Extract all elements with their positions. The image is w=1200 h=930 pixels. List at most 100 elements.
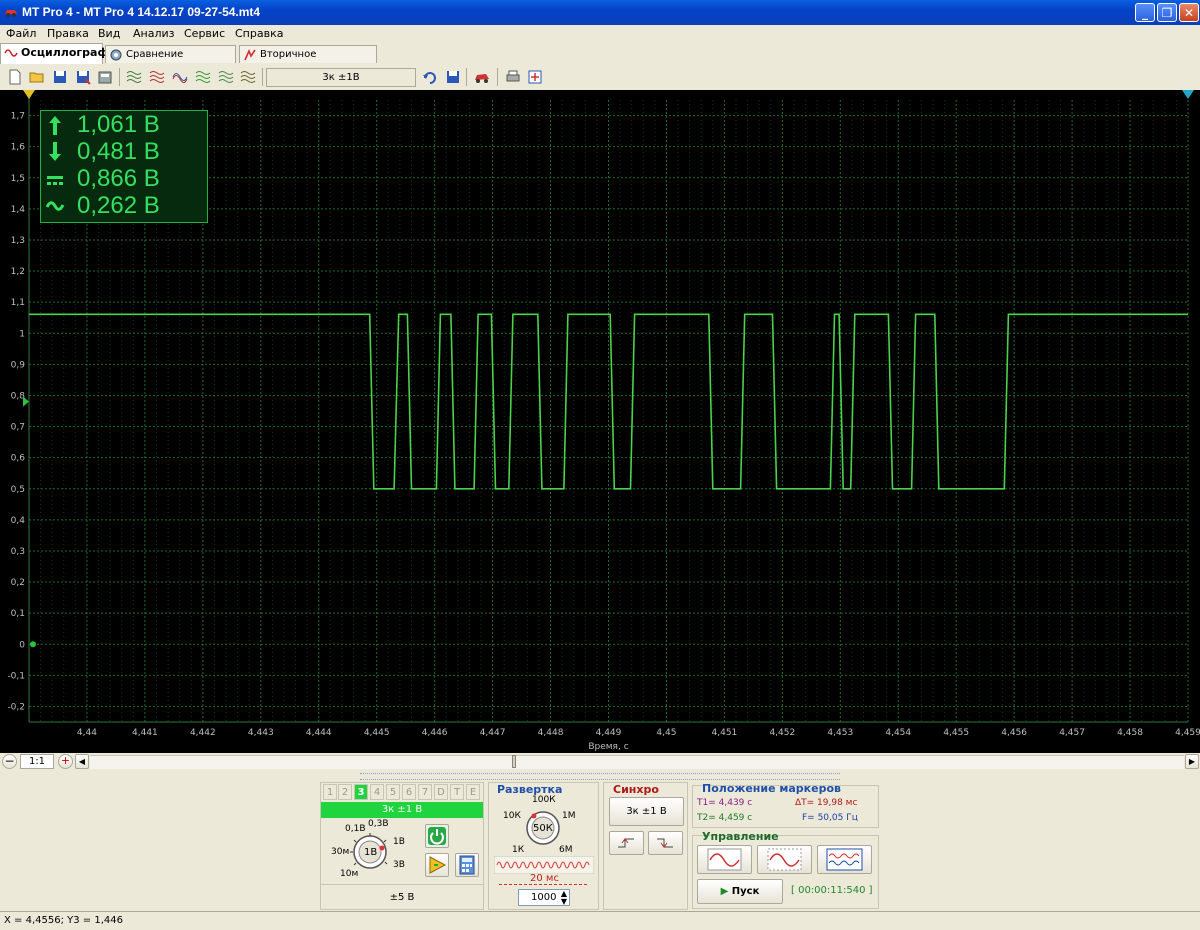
zoom-level-field[interactable]: 1:1 xyxy=(20,754,54,769)
sync-falling-edge-button[interactable] xyxy=(648,831,683,855)
y-tick-label: 0,6 xyxy=(11,454,26,464)
print-icon[interactable] xyxy=(505,69,521,85)
toolbar-separator xyxy=(497,68,498,86)
close-button[interactable]: ✕ xyxy=(1179,3,1199,22)
scroll-right-button[interactable]: ▶ xyxy=(1185,754,1199,769)
knob-label-0-1v: 0,1В xyxy=(345,824,366,834)
points-spinner[interactable]: 1000 ▲ ▼ xyxy=(518,889,570,906)
x-tick-label: 4,443 xyxy=(248,728,274,738)
wave-set-4-icon[interactable] xyxy=(218,69,234,85)
channel-range-value: ±5 В xyxy=(389,892,415,903)
channel-tab-6[interactable]: 6 xyxy=(402,784,416,800)
channel-trigger-button[interactable] xyxy=(425,853,449,877)
channel-range-combo[interactable]: ±5 В xyxy=(321,884,483,910)
mode-recorder-button[interactable] xyxy=(817,845,872,874)
sync-rising-edge-button[interactable] xyxy=(609,831,644,855)
menu-help[interactable]: Справка xyxy=(235,27,283,40)
start-button-label: Пуск xyxy=(731,886,760,897)
channel-tab-7[interactable]: 7 xyxy=(418,784,432,800)
frame-mode-icon xyxy=(767,848,802,871)
x-tick-label: 4,458 xyxy=(1117,728,1143,738)
channel-power-button[interactable] xyxy=(425,824,449,848)
save-as-icon[interactable] xyxy=(75,69,91,85)
tab-oscilloscope[interactable]: Осциллограф xyxy=(0,43,108,65)
spark-icon xyxy=(244,49,256,61)
y-tick-label: 1,3 xyxy=(11,236,25,246)
knob-label-0-3v: 0,3В xyxy=(368,819,389,829)
save-view-icon[interactable] xyxy=(445,69,461,85)
tab-secondary-voltage[interactable]: Вторичное напряжение xyxy=(239,45,377,78)
falling-edge-icon xyxy=(657,838,673,848)
sync-source-combo[interactable]: 3к ±1 В xyxy=(609,797,684,826)
x-tick-label: 4,45 xyxy=(656,728,676,738)
menu-bar: Файл Правка Вид Анализ Сервис Справка xyxy=(0,25,1200,43)
start-button[interactable]: ▶ Пуск xyxy=(697,879,783,904)
scroll-left-button[interactable]: ◀ xyxy=(75,754,89,769)
channel-tab-t[interactable]: T xyxy=(450,784,464,800)
y-tick-label: 0,3 xyxy=(11,547,25,557)
measurement-ac: 0,262 В xyxy=(41,192,207,219)
zoom-out-button[interactable]: − xyxy=(2,754,17,769)
y-tick-label: 1,4 xyxy=(11,205,26,215)
menu-service[interactable]: Сервис xyxy=(184,27,225,40)
menu-edit[interactable]: Правка xyxy=(47,27,89,40)
spinner-arrows-icon[interactable]: ▲ ▼ xyxy=(561,890,567,906)
y-tick-label: 1,2 xyxy=(11,267,25,277)
save-icon[interactable] xyxy=(52,69,68,85)
measurement-max: 1,061 В xyxy=(41,111,207,138)
sweep-time-label: 20 мс xyxy=(530,873,559,884)
marker-t1-flag xyxy=(23,90,35,99)
points-value: 1000 xyxy=(531,892,557,903)
mode-frame-button[interactable] xyxy=(757,845,812,874)
wave-set-2-icon[interactable] xyxy=(149,69,165,85)
menu-file[interactable]: Файл xyxy=(6,27,36,40)
channel-tab-e[interactable]: E xyxy=(466,784,480,800)
power-icon xyxy=(428,827,446,845)
panel-splitter[interactable] xyxy=(360,773,840,780)
markers-title: Положение маркеров xyxy=(702,782,841,795)
y-tick-label: -0,1 xyxy=(7,671,25,681)
channel-tab-4[interactable]: 4 xyxy=(370,784,384,800)
scroll-track[interactable] xyxy=(90,755,1184,769)
tab-cylinder-compare[interactable]: Сравнение цилиндров xyxy=(105,45,236,78)
tab-oscilloscope-label: Осциллограф xyxy=(21,46,109,59)
menu-analysis[interactable]: Анализ xyxy=(133,27,175,40)
wave-overlay-icon[interactable] xyxy=(172,69,188,85)
cylinders-icon xyxy=(110,49,122,61)
sweep-label-1m: 1М xyxy=(562,811,576,821)
wave-set-1-icon[interactable] xyxy=(126,69,142,85)
fit-window-icon[interactable] xyxy=(527,69,543,85)
zoom-in-button[interactable]: + xyxy=(58,754,73,769)
channel-tab-3[interactable]: 3 xyxy=(354,784,368,800)
channel-tab-1[interactable]: 1 xyxy=(323,784,337,800)
new-file-icon[interactable] xyxy=(7,69,23,85)
menu-view[interactable]: Вид xyxy=(98,27,120,40)
mode-single-button[interactable] xyxy=(697,845,752,874)
car-icon[interactable] xyxy=(474,69,490,85)
calculator-icon xyxy=(459,855,475,875)
undo-icon[interactable] xyxy=(422,69,438,85)
scroll-thumb[interactable] xyxy=(512,755,516,768)
channel-tab-2[interactable]: 2 xyxy=(338,784,352,800)
channel-tab-5[interactable]: 5 xyxy=(386,784,400,800)
marker-delta-t: ΔT= 19,98 мс xyxy=(795,798,858,808)
export-icon[interactable] xyxy=(97,69,113,85)
calculator-button[interactable] xyxy=(455,853,479,877)
y-tick-label: 0,5 xyxy=(11,485,25,495)
open-folder-icon[interactable] xyxy=(29,69,45,85)
marker-t2-flag xyxy=(1182,90,1194,99)
max-arrow-icon xyxy=(49,116,61,135)
channel-tab-d[interactable]: D xyxy=(434,784,448,800)
toolbar-separator xyxy=(262,68,263,86)
restore-button[interactable]: ❐ xyxy=(1157,3,1177,22)
title-bar: MT Pro 4 - MT Pro 4 14.12.17 09-27-54.mt… xyxy=(0,0,1200,25)
y-tick-label: 1,7 xyxy=(11,112,25,122)
channel-combo[interactable]: 3к ±1В xyxy=(266,68,416,87)
wave-set-3-icon[interactable] xyxy=(195,69,211,85)
wave-set-5-icon[interactable] xyxy=(240,69,256,85)
measurement-min: 0,481 В xyxy=(41,138,207,165)
control-title: Управление xyxy=(702,830,779,843)
channel-header: 3к ±1 В xyxy=(321,802,483,818)
minimize-button[interactable]: _ xyxy=(1135,3,1155,22)
toolbar xyxy=(0,64,1200,90)
